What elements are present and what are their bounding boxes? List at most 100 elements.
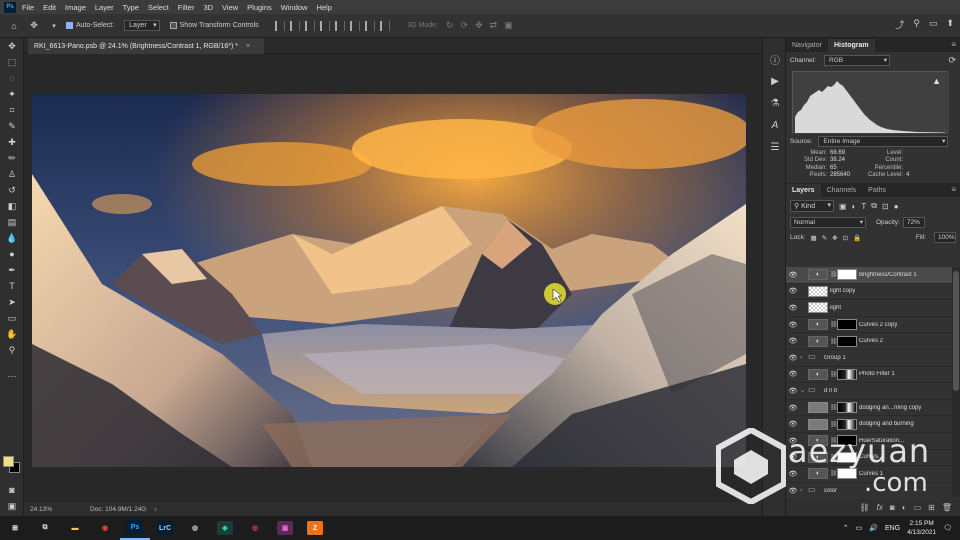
document-tab[interactable]: RKI_6613-Pano.psb @ 24.1% (Brightness/Co… <box>28 38 265 54</box>
tab-paths[interactable]: Paths <box>862 184 892 197</box>
adjustments-icon[interactable]: ⚗ <box>763 92 787 114</box>
layer-thumbnail[interactable] <box>808 285 828 297</box>
visibility-eye-icon[interactable]: 👁 <box>786 420 800 428</box>
layer-mask-thumbnail[interactable] <box>837 335 857 347</box>
align-top-icon[interactable] <box>319 20 330 31</box>
expand-chevron-icon[interactable]: › <box>800 355 808 361</box>
layer-row[interactable]: 👁 ◐ ⛓ Photo Filter 1 <box>786 367 952 384</box>
layer-mask-thumbnail[interactable] <box>837 418 857 430</box>
capture-app-icon[interactable]: ◆ <box>210 516 240 540</box>
properties-icon[interactable]: ☰ <box>763 136 787 158</box>
visibility-eye-icon[interactable]: 👁 <box>786 437 800 445</box>
mask-link-icon[interactable]: ⛓ <box>830 321 838 328</box>
layer-row[interactable]: 👁 ⌄ ▭ d n b <box>786 383 952 400</box>
adjustment-filter-icon[interactable]: ◐ <box>852 202 857 211</box>
visibility-eye-icon[interactable]: 👁 <box>786 321 800 329</box>
mask-link-icon[interactable]: ⛓ <box>830 437 838 444</box>
start-icon[interactable]: ⊞ <box>0 516 30 540</box>
folder-icon[interactable]: ▭ <box>808 352 822 363</box>
menu-item-layer[interactable]: Layer <box>95 3 114 12</box>
source-select[interactable]: Entire Image <box>818 136 949 147</box>
layer-name[interactable]: dodging an...rning copy <box>859 405 921 411</box>
visibility-eye-icon[interactable]: 👁 <box>786 271 800 279</box>
link-layers-icon[interactable]: ⛓ <box>860 503 870 512</box>
folder-icon[interactable]: ▭ <box>808 485 822 496</box>
visibility-eye-icon[interactable]: 👁 <box>786 304 800 312</box>
layer-mask-thumbnail[interactable] <box>837 368 857 380</box>
expand-chevron-icon[interactable]: ⌄ <box>800 387 808 394</box>
magic-wand-icon[interactable]: ✦ <box>0 86 24 102</box>
photoshop-icon[interactable]: Ps <box>120 516 150 540</box>
channel-select[interactable]: RGB <box>824 55 891 66</box>
show-transform-checkbox[interactable]: Show Transform Controls <box>169 22 259 29</box>
menu-item-image[interactable]: Image <box>65 3 86 12</box>
close-icon[interactable]: × <box>246 43 250 50</box>
delete-layer-icon[interactable]: 🗑 <box>942 503 952 512</box>
adjustment-layer-icon[interactable]: ◐ <box>808 368 828 380</box>
expand-chevron-icon[interactable]: › <box>800 488 808 494</box>
layer-name[interactable]: light copy <box>830 288 855 294</box>
folder-icon[interactable]: ▭ <box>808 385 822 396</box>
layer-row[interactable]: 👁 ⛓ dodging and burning <box>786 416 952 433</box>
photoshop-logo[interactable]: Ps <box>4 1 16 13</box>
orbit-3d-icon[interactable]: ↻ <box>446 20 454 31</box>
hand-tool-icon[interactable]: ✋ <box>0 326 24 342</box>
share-icon[interactable]: ⤴ <box>895 18 904 31</box>
type-filter-icon[interactable]: T <box>861 202 866 211</box>
align-center-icon[interactable] <box>289 20 300 31</box>
character-icon[interactable]: A <box>763 114 787 136</box>
mountain-panorama-image[interactable] <box>32 94 746 467</box>
adjustment-layer-icon[interactable]: ◐ <box>808 319 828 331</box>
crop-tool-icon[interactable]: ⌗ <box>0 102 24 118</box>
notifications-icon[interactable]: 🗨 <box>943 524 952 532</box>
checkbox-box[interactable] <box>169 22 177 29</box>
layer-name[interactable]: dodging and burning <box>859 421 914 427</box>
align-bottom-icon[interactable] <box>349 20 360 31</box>
layer-row[interactable]: 👁 ⛓ dodging an...rning copy <box>786 400 952 417</box>
layer-row[interactable]: 👁 ◐ ⛓ Hue/Saturation... <box>786 433 952 450</box>
workspace-icon[interactable]: ▭ <box>929 18 938 31</box>
visibility-eye-icon[interactable]: 👁 <box>786 487 800 495</box>
layer-mask-thumbnail[interactable] <box>837 451 857 463</box>
layer-mask-thumbnail[interactable] <box>837 435 857 447</box>
rectangle-tool-icon[interactable]: ▭ <box>0 310 24 326</box>
layer-row[interactable]: 👁 ◐ ⛓ Curves 1 <box>786 466 952 483</box>
align-left-icon[interactable] <box>274 20 285 31</box>
search-icon[interactable]: ⚲ <box>913 18 920 31</box>
layer-row[interactable]: 👁 › ▭ Group 1 <box>786 350 952 367</box>
eraser-tool-icon[interactable]: ◧ <box>0 198 24 214</box>
canvas-area[interactable] <box>24 54 762 502</box>
history-brush-icon[interactable]: ↺ <box>0 182 24 198</box>
lock-all-icon[interactable]: 🔒 <box>853 234 861 242</box>
menu-item-select[interactable]: Select <box>148 3 169 12</box>
home-icon[interactable]: ⌂ <box>6 18 22 34</box>
recorder-app-icon[interactable]: ◎ <box>240 516 270 540</box>
layer-name[interactable]: Curves 2 <box>859 338 883 344</box>
adjustment-layer-icon[interactable]: ◐ <box>808 435 828 447</box>
layer-row[interactable]: 👁 light <box>786 300 952 317</box>
layer-name[interactable]: color <box>824 488 837 494</box>
zoom-level[interactable]: 24.13% <box>30 506 80 513</box>
layer-name[interactable]: Hue/Saturation... <box>859 438 904 444</box>
menu-item-file[interactable]: File <box>22 3 34 12</box>
tab-navigator[interactable]: Navigator <box>786 39 828 52</box>
scroll-thumb[interactable] <box>953 271 959 391</box>
visibility-eye-icon[interactable]: 👁 <box>786 337 800 345</box>
adjustment-layer-icon[interactable]: ◐ <box>808 468 828 480</box>
pixel-filter-icon[interactable]: ▣ <box>839 202 847 211</box>
clone-stamp-icon[interactable]: ♙ <box>0 166 24 182</box>
menu-item-help[interactable]: Help <box>316 3 331 12</box>
tool-preset-chevron-icon[interactable]: ▾ <box>46 18 62 34</box>
task-view-icon[interactable]: ⧉ <box>30 516 60 540</box>
lock-pixels-icon[interactable]: ✎ <box>822 234 827 242</box>
adjustment-layer-icon[interactable]: ◐ <box>808 269 828 281</box>
brush-tool-icon[interactable]: ✏ <box>0 150 24 166</box>
layer-mask-thumbnail[interactable] <box>837 269 857 281</box>
new-adjustment-icon[interactable]: ◐ <box>902 503 907 512</box>
quick-mask-icon[interactable]: ◙ <box>0 482 24 498</box>
adjustment-layer-icon[interactable]: ◐ <box>808 335 828 347</box>
filter-toggle-icon[interactable]: ● <box>894 202 899 211</box>
slide-3d-icon[interactable]: ⇄ <box>490 20 498 31</box>
smart-object-filter-icon[interactable]: ⊡ <box>882 202 889 211</box>
visibility-eye-icon[interactable]: 👁 <box>786 404 800 412</box>
